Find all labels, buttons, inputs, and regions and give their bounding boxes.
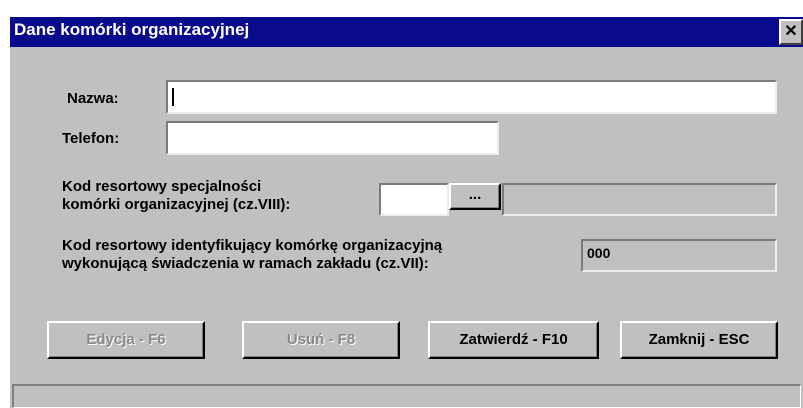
window-title: Dane komórki organizacyjnej — [14, 20, 250, 39]
telefon-label: Telefon: — [62, 130, 120, 147]
kod-identyfikujacy-label-line2: wykonującą świadczenia w ramach zakładu … — [62, 255, 429, 272]
title-bar[interactable]: Dane komórki organizacyjnej ✕ — [10, 17, 803, 47]
kod-specjalnosci-browse-button[interactable]: ... — [449, 183, 501, 210]
kod-identyfikujacy-field: 000 — [581, 239, 777, 272]
kod-identyfikujacy-label-line1: Kod resortowy identyfikujący komórkę org… — [62, 237, 443, 254]
telefon-input[interactable] — [166, 121, 499, 155]
nazwa-label: Nazwa: — [67, 90, 119, 107]
kod-specjalnosci-label-line1: Kod resortowy specjalności — [62, 178, 262, 195]
kod-identyfikujacy-value: 000 — [587, 245, 611, 261]
dialog-body: Nazwa: Telefon: Kod resortowy specjalnoś… — [10, 47, 803, 408]
close-window-button[interactable]: ✕ — [779, 19, 803, 45]
kod-specjalnosci-input[interactable] — [379, 183, 449, 216]
edit-button[interactable]: Edycja - F6 — [47, 321, 205, 359]
status-bar — [12, 384, 801, 408]
dialog-window: Dane komórki organizacyjnej ✕ Nazwa: Tel… — [0, 0, 803, 408]
delete-button[interactable]: Usuń - F8 — [242, 321, 400, 359]
confirm-button[interactable]: Zatwierdź - F10 — [428, 321, 599, 359]
close-button[interactable]: Zamknij - ESC — [620, 321, 778, 359]
kod-specjalnosci-label-line2: komórki organizacyjnej (cz.VIII): — [62, 196, 291, 213]
kod-specjalnosci-description — [502, 183, 777, 216]
text-cursor — [172, 88, 174, 106]
nazwa-input[interactable] — [166, 80, 777, 114]
